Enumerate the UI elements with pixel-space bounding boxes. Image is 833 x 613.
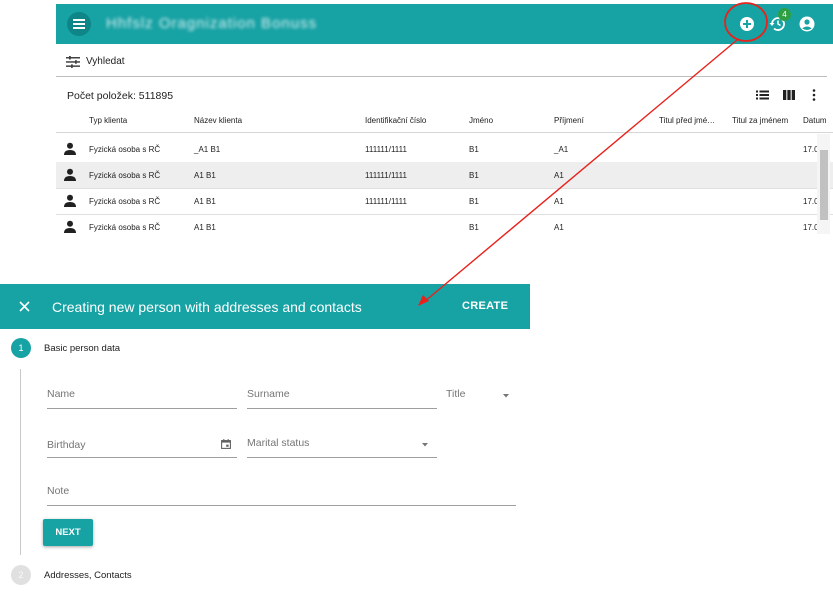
column-header[interactable]: Jméno bbox=[469, 116, 493, 125]
table-row[interactable]: Fyzická osoba s RČ A1 B1 111111/1111 B1 … bbox=[56, 188, 833, 215]
cell-id-number: 111111/1111 bbox=[365, 171, 407, 180]
cell-first-name: B1 bbox=[469, 223, 479, 232]
cell-client-type: Fyzická osoba s RČ bbox=[89, 145, 161, 154]
note-field[interactable]: Note bbox=[47, 485, 516, 506]
title-placeholder: Title bbox=[446, 388, 466, 400]
step-label[interactable]: Addresses, Contacts bbox=[44, 570, 132, 581]
name-placeholder: Name bbox=[47, 388, 76, 400]
add-circle-icon[interactable] bbox=[737, 14, 757, 34]
step-number: 1 bbox=[11, 338, 31, 358]
step-number: 2 bbox=[11, 565, 31, 585]
cell-client-name: A1 B1 bbox=[194, 223, 216, 232]
calendar-icon[interactable] bbox=[221, 439, 231, 449]
table-row[interactable]: Fyzická osoba s RČ A1 B1 B1 A1 17.0 bbox=[56, 214, 833, 240]
cell-first-name: B1 bbox=[469, 171, 479, 180]
column-header[interactable]: Identifikační číslo bbox=[365, 116, 426, 125]
step-label[interactable]: Basic person data bbox=[44, 343, 120, 354]
note-placeholder: Note bbox=[47, 485, 70, 497]
create-button[interactable]: CREATE bbox=[462, 300, 508, 312]
cell-last-name: A1 bbox=[554, 197, 564, 206]
person-icon bbox=[64, 220, 76, 233]
cell-client-type: Fyzická osoba s RČ bbox=[89, 223, 161, 232]
table-row[interactable]: Fyzická osoba s RČ _A1 B1 111111/1111 B1… bbox=[56, 136, 833, 163]
cell-client-name: A1 B1 bbox=[194, 197, 216, 206]
chevron-down-icon bbox=[422, 443, 428, 447]
surname-field[interactable]: Surname bbox=[247, 388, 437, 409]
app-title: Hhfslz Oragnization Bonuss bbox=[106, 15, 318, 32]
marital-status-select[interactable]: Marital status bbox=[247, 437, 437, 458]
dialog-title: Creating new person with addresses and c… bbox=[52, 299, 362, 315]
column-header[interactable]: Název klienta bbox=[194, 116, 242, 125]
table-header: Typ klienta Název klienta Identifikační … bbox=[56, 110, 833, 133]
more-vert-icon[interactable] bbox=[812, 89, 816, 101]
cell-id-number: 111111/1111 bbox=[365, 197, 407, 206]
cell-client-name: _A1 B1 bbox=[194, 145, 221, 154]
cell-client-type: Fyzická osoba s RČ bbox=[89, 171, 161, 180]
cell-client-type: Fyzická osoba s RČ bbox=[89, 197, 161, 206]
cell-first-name: B1 bbox=[469, 197, 479, 206]
list-view-icon[interactable] bbox=[756, 90, 769, 100]
next-button[interactable]: NEXT bbox=[43, 519, 93, 546]
app-bar: Hhfslz Oragnization Bonuss 4 bbox=[56, 4, 833, 44]
name-field[interactable]: Name bbox=[47, 388, 237, 409]
cell-first-name: B1 bbox=[469, 145, 479, 154]
column-header[interactable]: Titul za jménem bbox=[732, 116, 788, 125]
menu-icon[interactable] bbox=[67, 12, 91, 36]
column-header[interactable]: Titul před jmé… bbox=[659, 116, 715, 125]
column-header[interactable]: Datum bbox=[803, 116, 827, 125]
notifications-badge: 4 bbox=[778, 8, 791, 21]
stepper-line bbox=[20, 369, 21, 555]
cell-last-name: _A1 bbox=[554, 145, 569, 154]
cell-last-name: A1 bbox=[554, 171, 564, 180]
scrollbar-thumb[interactable] bbox=[820, 150, 828, 220]
table-row[interactable]: Fyzická osoba s RČ A1 B1 111111/1111 B1 … bbox=[56, 162, 833, 189]
surname-placeholder: Surname bbox=[247, 388, 290, 400]
cell-last-name: A1 bbox=[554, 223, 564, 232]
search-bar[interactable]: Vyhledat bbox=[56, 52, 827, 77]
item-count: Počet položek: 511895 bbox=[67, 90, 174, 102]
account-circle-icon[interactable] bbox=[797, 14, 817, 34]
birthday-field[interactable]: Birthday bbox=[47, 439, 237, 458]
person-icon bbox=[64, 168, 76, 181]
chevron-down-icon bbox=[503, 394, 509, 398]
person-icon bbox=[64, 142, 76, 155]
cell-client-name: A1 B1 bbox=[194, 171, 216, 180]
cell-id-number: 111111/1111 bbox=[365, 145, 407, 154]
columns-icon[interactable] bbox=[783, 90, 795, 100]
title-select[interactable]: Title bbox=[446, 388, 516, 409]
person-icon bbox=[64, 194, 76, 207]
column-header[interactable]: Typ klienta bbox=[89, 116, 127, 125]
column-header[interactable]: Příjmení bbox=[554, 116, 584, 125]
dialog-header: Creating new person with addresses and c… bbox=[0, 284, 530, 329]
search-label[interactable]: Vyhledat bbox=[86, 56, 125, 67]
marital-status-placeholder: Marital status bbox=[247, 437, 310, 449]
close-icon[interactable] bbox=[19, 301, 30, 312]
birthday-placeholder: Birthday bbox=[47, 439, 86, 451]
filter-tune-icon bbox=[66, 56, 80, 68]
